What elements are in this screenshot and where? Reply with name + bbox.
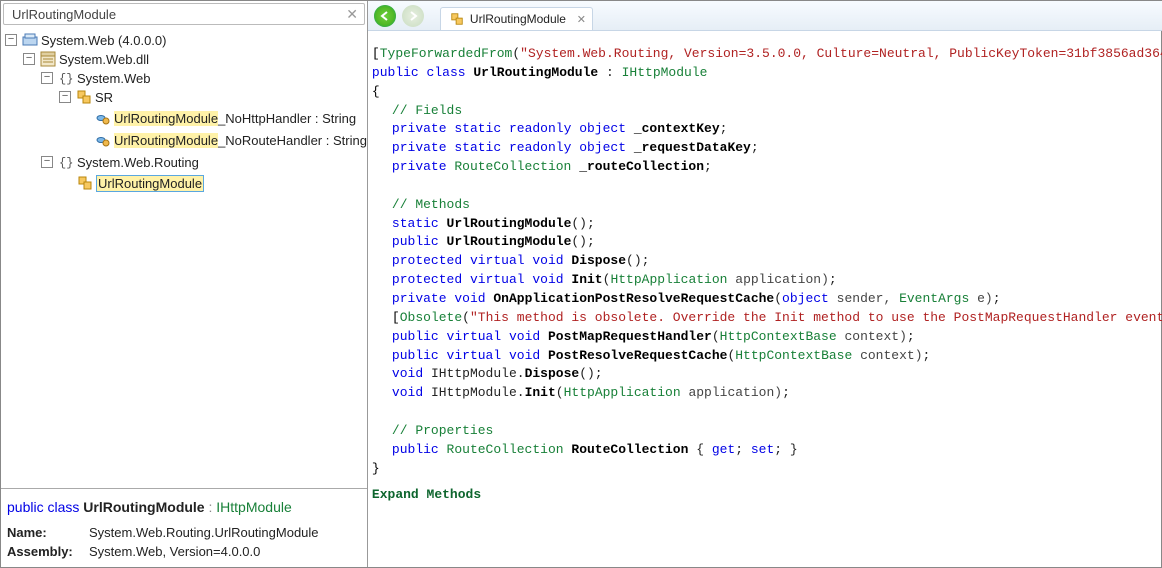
- collapse-icon[interactable]: −: [59, 91, 71, 103]
- tree-view[interactable]: − System.Web (4.0.0.0) −: [1, 27, 367, 488]
- svg-text:{}: {}: [59, 72, 73, 86]
- collapse-icon[interactable]: −: [41, 72, 53, 84]
- search-box[interactable]: ✕: [3, 3, 365, 25]
- class-icon: [76, 89, 92, 105]
- detail-assembly-label: Assembly:: [7, 544, 77, 559]
- namespace-label: System.Web: [77, 71, 150, 86]
- assembly-node[interactable]: − System.Web (4.0.0.0): [5, 32, 166, 48]
- collapse-icon[interactable]: −: [41, 156, 53, 168]
- field-label: UrlRoutingModule_NoRouteHandler : String: [114, 133, 367, 148]
- close-tab-icon[interactable]: ✕: [577, 13, 586, 26]
- code-toolbar: UrlRoutingModule ✕: [368, 1, 1162, 31]
- signature-line: public class UrlRoutingModule : IHttpMod…: [7, 499, 361, 515]
- left-pane: ✕ − System.Web (4.0.0.0) −: [1, 1, 368, 567]
- field-icon: [95, 110, 111, 126]
- details-pane: public class UrlRoutingModule : IHttpMod…: [1, 488, 367, 567]
- type-label-selected: UrlRoutingModule: [96, 175, 204, 192]
- detail-assembly-row: Assembly: System.Web, Version=4.0.0.0: [7, 542, 361, 561]
- namespace-icon: {}: [58, 70, 74, 86]
- namespace-icon: {}: [58, 154, 74, 170]
- assembly-icon: [22, 32, 38, 48]
- class-label: SR: [95, 90, 113, 105]
- namespace-node[interactable]: − {} System.Web: [41, 70, 150, 86]
- collapse-icon[interactable]: −: [5, 34, 17, 46]
- dll-node[interactable]: − System.Web.dll: [23, 51, 149, 67]
- nav-back-button[interactable]: [374, 5, 396, 27]
- code-tab[interactable]: UrlRoutingModule ✕: [440, 7, 593, 30]
- namespace-label: System.Web.Routing: [77, 155, 199, 170]
- nav-forward-button[interactable]: [402, 5, 424, 27]
- detail-name-row: Name: System.Web.Routing.UrlRoutingModul…: [7, 523, 361, 542]
- dll-label: System.Web.dll: [59, 52, 149, 67]
- svg-text:{}: {}: [59, 156, 73, 170]
- class-icon: [77, 175, 93, 191]
- collapse-icon[interactable]: −: [23, 53, 35, 65]
- module-icon: [40, 51, 56, 67]
- field-node[interactable]: UrlRoutingModule_NoHttpHandler : String: [77, 110, 356, 126]
- tab-title: UrlRoutingModule: [470, 12, 566, 26]
- class-icon: [449, 11, 465, 27]
- assembly-label: System.Web (4.0.0.0): [41, 33, 166, 48]
- namespace-node[interactable]: − {} System.Web.Routing: [41, 154, 199, 170]
- class-node[interactable]: − SR: [59, 89, 113, 105]
- type-node-selected[interactable]: UrlRoutingModule: [59, 175, 204, 192]
- field-label: UrlRoutingModule_NoHttpHandler : String: [114, 111, 356, 126]
- field-icon: [95, 132, 111, 148]
- code-view[interactable]: [TypeForwardedFrom("System.Web.Routing, …: [368, 31, 1162, 567]
- detail-name-label: Name:: [7, 525, 77, 540]
- detail-assembly-value: System.Web, Version=4.0.0.0: [89, 544, 260, 559]
- field-node[interactable]: UrlRoutingModule_NoRouteHandler : String: [77, 132, 367, 148]
- expand-methods-link[interactable]: Expand Methods: [372, 486, 481, 505]
- detail-name-value: System.Web.Routing.UrlRoutingModule: [89, 525, 319, 540]
- right-pane: UrlRoutingModule ✕ [TypeForwardedFrom("S…: [368, 1, 1162, 567]
- clear-search-icon[interactable]: ✕: [346, 6, 358, 23]
- search-input[interactable]: [10, 6, 346, 23]
